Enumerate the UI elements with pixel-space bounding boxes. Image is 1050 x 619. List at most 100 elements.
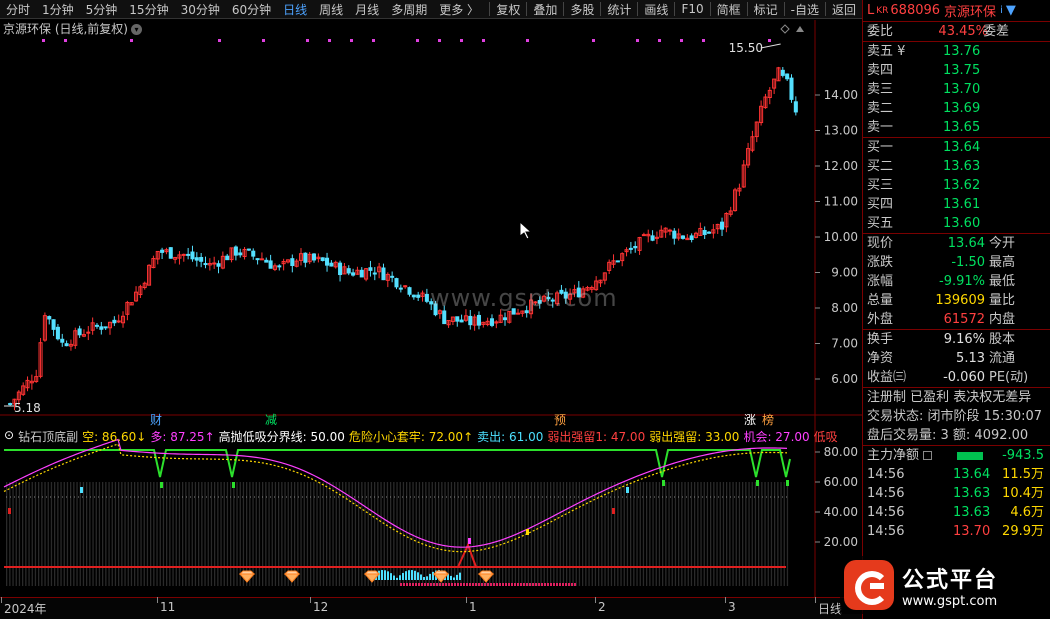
candle-body [182,254,185,255]
indicator-bar [729,482,730,586]
indicator-bar [576,482,577,586]
signal-marker [526,529,529,535]
indicator-bar [684,482,685,586]
indicator-bar [496,482,497,586]
indicator-bar [470,482,471,586]
dist-bar [538,583,540,586]
indicator-bar [560,482,561,586]
indicator-bar [208,482,209,586]
indicator-bar [28,482,29,586]
indicator-bar [304,482,305,586]
indicator-bar [348,482,349,586]
candle-body [417,295,420,297]
indicator-bar [99,482,100,586]
signal-dot [636,39,639,42]
indicator-menu-icon[interactable]: ⊙ [4,428,14,445]
dist-bar [460,583,462,586]
indicator-bar [428,482,429,586]
dist-bar [493,583,495,586]
candle-body [404,286,407,287]
main-flow-row: 主力净额 -943.5 [863,446,1050,465]
dist-bar [406,583,408,586]
indicator-bar [38,482,39,586]
indicator-bar [67,482,68,586]
signal-dot [42,39,45,42]
event-label: 财 [150,413,162,427]
indicator-bar [275,482,276,586]
indicator-bar [108,482,109,586]
dist-bar [484,583,486,586]
indicator-bar [553,482,554,586]
indicator-bar [259,482,260,586]
dist-bar [418,583,420,586]
indicator-bar [707,482,708,586]
indicator-bar [268,482,269,586]
indicator-bar [691,482,692,586]
indicator-bar [569,482,570,586]
signal-marker [160,482,163,488]
dist-bar [412,583,414,586]
indicator-bar [326,482,327,586]
indicator-bar [454,482,455,586]
dist-bar [490,583,492,586]
indicator-bar [278,482,279,586]
date-tick [157,597,158,603]
date-tick [595,597,596,603]
indicator-bar [6,482,7,586]
indicator-bar [374,482,375,586]
indicator-bar [124,482,125,586]
candle-body [690,236,693,240]
main-flow-bar [957,452,983,460]
row-label2: 今开 [989,234,1015,253]
candle-body [707,232,710,233]
candle-body [490,319,493,326]
indicator-bar [499,482,500,586]
triangle-down-icon[interactable]: ▼ [1006,3,1016,18]
indicator-bar [339,482,340,586]
dist-bar [508,583,510,586]
indicator-bar [739,482,740,586]
indicator-bar [92,482,93,586]
indicator-bar [76,482,77,586]
indicator-bar [787,482,788,586]
high-price-label: 15.50 [729,41,763,55]
indicator-bar [563,482,564,586]
candle-body [408,288,411,295]
indicator-bar [204,482,205,586]
indicator-bar [150,482,151,586]
row-label: 涨幅 [867,272,893,291]
indicator-bar [716,482,717,586]
candle-body [382,268,385,280]
accum-bar [432,572,434,580]
indicator-bar [761,482,762,586]
note-row: 注册制 已盈利 表决权无差异 [863,388,1050,407]
candle-body [373,273,376,274]
chevron-down-icon[interactable]: ▾ [131,24,142,35]
row-value: 13.61 [943,195,997,214]
signal-dot [372,39,375,42]
accum-bar [381,570,383,580]
indicator-bar [489,482,490,586]
accum-bar [417,572,419,580]
dist-bar [502,583,504,586]
indicator-bar [611,482,612,586]
indicator-bar [121,482,122,586]
quote-row: 卖四 13.75 [863,61,1050,80]
indicator-bar [432,482,433,586]
tick-time: 14:56 [867,503,904,522]
table-icon[interactable] [923,451,932,460]
dist-bar [475,583,477,586]
indicator-bar [342,482,343,586]
row-value: 13.70 [943,80,997,99]
quote-row: 买二 13.63 [863,157,1050,176]
indicator-bar [416,482,417,586]
info-icon[interactable]: i [1000,5,1003,16]
indicator-bar [144,482,145,586]
accum-bar [456,575,458,580]
indicator-bar [448,482,449,586]
indicator-bar [112,482,113,586]
candle-body [634,246,637,247]
indicator-bar [12,482,13,586]
candle-body [217,264,220,267]
dist-bar [427,583,429,586]
